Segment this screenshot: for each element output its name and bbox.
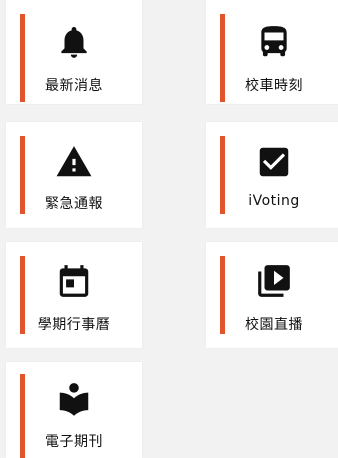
warning-icon — [6, 143, 142, 181]
tile-ivoting[interactable]: iVoting — [206, 122, 338, 228]
tile-semester-calendar[interactable]: 學期行事曆 — [6, 242, 142, 348]
tile-label: 最新消息 — [45, 78, 103, 94]
reading-book-icon — [6, 380, 142, 418]
tile-label: 學期行事曆 — [37, 317, 111, 333]
checkbox-icon — [206, 143, 338, 181]
bell-icon — [6, 23, 142, 61]
tile-shuttle-bus-schedule[interactable]: 校車時刻 — [206, 0, 338, 104]
tile-label: 校車時刻 — [245, 78, 303, 94]
tile-latest-news[interactable]: 最新消息 — [6, 0, 142, 104]
tile-label: iVoting — [248, 193, 300, 209]
calendar-icon — [6, 262, 142, 300]
tile-label: 電子期刊 — [45, 434, 103, 450]
tile-label: 緊急通報 — [45, 196, 103, 212]
tile-emergency-report[interactable]: 緊急通報 — [6, 122, 142, 228]
tile-label: 校園直播 — [245, 317, 303, 333]
tile-e-journal[interactable]: 電子期刊 — [6, 362, 142, 458]
tile-campus-live-stream[interactable]: 校園直播 — [206, 242, 338, 348]
video-library-icon — [206, 262, 338, 300]
bus-icon — [206, 23, 338, 61]
